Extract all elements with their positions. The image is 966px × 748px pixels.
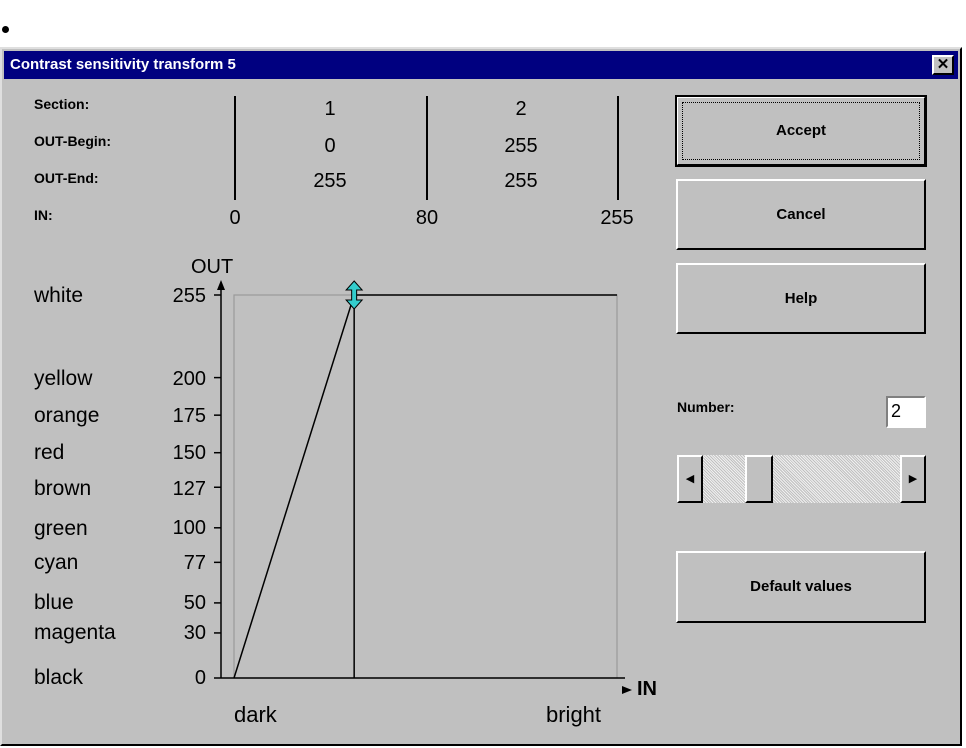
color-label: cyan [34, 551, 79, 574]
scroll-right-button[interactable]: ▶ [900, 455, 926, 503]
level-value: 200 [172, 368, 206, 390]
arrow-right-icon: ▶ [908, 473, 918, 485]
level-value: 77 [183, 552, 206, 574]
in-boundary: 80 [415, 207, 439, 229]
x-left-label: dark [234, 702, 277, 727]
color-label: red [34, 441, 65, 464]
out-begin-label: OUT-Begin: [34, 133, 111, 149]
help-button[interactable]: Help [676, 263, 926, 334]
bullet-dot [2, 26, 9, 33]
level-value: 30 [183, 622, 206, 644]
section-out-begin: 0 [324, 135, 336, 157]
x-right-label: bright [546, 702, 602, 727]
section-divider [426, 96, 428, 200]
color-label: magenta [34, 621, 116, 644]
color-label: white [34, 284, 84, 307]
color-label: black [34, 666, 84, 689]
close-icon: ✕ [936, 56, 950, 73]
color-label: blue [34, 591, 74, 614]
color-label: orange [34, 404, 100, 427]
y-axis-label: OUT [191, 256, 234, 278]
section-divider [234, 96, 236, 200]
color-label: green [34, 517, 88, 540]
level-value: 150 [172, 442, 206, 464]
level-value: 50 [183, 592, 206, 614]
cancel-button[interactable]: Cancel [676, 179, 926, 250]
level-value: 175 [172, 405, 206, 427]
out-end-label: OUT-End: [34, 170, 99, 186]
section-out-begin: 255 [504, 135, 538, 157]
in-boundary: 0 [229, 207, 241, 229]
level-value: 255 [172, 285, 206, 307]
level-value: 100 [172, 517, 206, 539]
arrow-left-icon: ◀ [685, 473, 695, 485]
close-button[interactable]: ✕ [932, 55, 954, 75]
section-number: 1 [324, 98, 336, 120]
scroll-left-button[interactable]: ◀ [677, 455, 703, 503]
scroll-thumb[interactable] [745, 455, 774, 503]
color-label: yellow [34, 367, 93, 390]
level-value: 0 [194, 667, 206, 689]
default-values-button[interactable]: Default values [676, 551, 926, 623]
number-label: Number: [677, 399, 735, 415]
number-input[interactable]: 2 [886, 396, 926, 428]
section-divider [617, 96, 619, 200]
accept-button[interactable]: Accept [675, 95, 927, 167]
section-label: Section: [34, 96, 90, 112]
number-scrollbar[interactable]: ◀ ▶ [677, 455, 926, 503]
level-value: 127 [172, 478, 206, 500]
window-title: Contrast sensitivity transform 5 [10, 56, 236, 73]
color-label: brown [34, 477, 92, 500]
in-label: IN: [34, 207, 53, 223]
section-out-end: 255 [504, 170, 538, 192]
x-axis-label: IN [637, 678, 657, 700]
in-boundary: 255 [600, 207, 634, 229]
section-number: 2 [515, 98, 527, 120]
title-bar: Contrast sensitivity transform 5 ✕ [4, 51, 958, 79]
section-out-end: 255 [313, 170, 347, 192]
